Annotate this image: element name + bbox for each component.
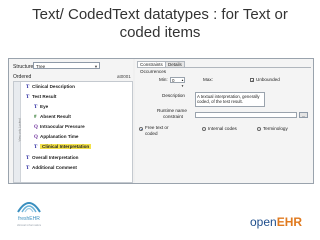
tree-node[interactable]: Q Applanation Time	[34, 134, 78, 140]
ordered-label: Ordered	[13, 74, 32, 80]
slide-title: Text/ CodedText datatypes : for Text or …	[0, 6, 320, 42]
constraints-pane: Occurrences Min: 0 ▲ ▼ Max: ✓ Unbounded D…	[137, 67, 311, 182]
tree-node[interactable]: T Additional Comment	[26, 165, 77, 171]
internal-codes-label: Internal codes	[208, 126, 237, 131]
tree-node-label: Clinical Description	[32, 84, 75, 89]
stepper-arrows-icon: ▲ ▼	[181, 78, 184, 88]
slide-title-line-2: coded items	[119, 24, 201, 41]
free-text-radio[interactable]	[139, 127, 143, 131]
freshehr-logo-mark-icon	[17, 202, 41, 213]
occurrences-label: Occurrences	[140, 69, 167, 74]
tree-node-label: Test Result	[32, 94, 57, 99]
description-value: A textual interpretation, generally code…	[197, 94, 260, 104]
description-label: Description	[162, 93, 185, 98]
tree-node[interactable]: T Eye	[34, 104, 48, 110]
unbounded-checkbox[interactable]: ✓	[250, 78, 254, 83]
runtime-name-input[interactable]	[195, 112, 297, 118]
tree-node[interactable]: T Test Result	[26, 94, 56, 100]
internal-codes-radio[interactable]	[202, 127, 206, 131]
freshehr-logo-subtext: clinical informatics	[16, 223, 42, 227]
slide-title-line-1: Text/ CodedText datatypes : for Text or	[32, 6, 288, 23]
structure-label: Structure	[13, 64, 34, 70]
ordered-code: at0001	[117, 74, 131, 79]
tree-side-strip: View only Locked	[14, 82, 22, 182]
constraints-panel: Constraints Details Occurrences Min: 0 ▲…	[135, 59, 313, 183]
min-label: Min:	[159, 77, 168, 82]
tree-node-label: Overall Interpretation	[32, 155, 79, 160]
archetype-editor-screenshot: Structure Tree ▼ Ordered at0001 View onl…	[8, 58, 314, 184]
chevron-down-icon: ▼	[94, 64, 98, 69]
tree-node-label: Clinical Interpretation	[40, 144, 92, 149]
terminology-radio[interactable]	[257, 127, 261, 131]
min-value: 0	[172, 78, 175, 83]
openehr-logo-part2: EHR	[276, 215, 303, 229]
unbounded-label: Unbounded	[256, 77, 280, 82]
description-field[interactable]: A textual interpretation, generally code…	[195, 92, 265, 107]
runtime-name-browse-button[interactable]: ...	[299, 112, 308, 118]
min-stepper[interactable]: 0 ▲ ▼	[170, 77, 185, 88]
tree-node[interactable]: T Overall Interpretation	[26, 155, 78, 161]
tree-node[interactable]: # Absent Result	[34, 114, 71, 120]
freshehr-logo: freshEHR clinical informatics	[12, 196, 46, 230]
openehr-logo-part1: open	[250, 215, 277, 229]
tree-node[interactable]: Q Intraocular Pressure	[34, 124, 85, 130]
tree-node[interactable]: T Clinical Description	[26, 84, 75, 90]
max-label: Max:	[203, 77, 213, 82]
openehr-logo: openEHR	[250, 215, 302, 229]
freshehr-logo-text: freshEHR	[18, 216, 40, 222]
tree-node-label: Applanation Time	[40, 134, 79, 139]
element-tree: View only Locked T Clinical Description T T…	[13, 81, 133, 183]
structure-select-value: Tree	[36, 64, 46, 69]
tree-node-label: Intraocular Pressure	[40, 124, 85, 129]
tree-node[interactable]: T Clinical Interpretation	[34, 144, 92, 150]
structure-select[interactable]: Tree ▼	[33, 62, 100, 69]
structure-panel: Structure Tree ▼ Ordered at0001 View onl…	[9, 59, 133, 183]
tree-node-label: Absent Result	[40, 114, 71, 119]
free-text-label-2: coded	[145, 131, 158, 136]
terminology-label: Terminology	[263, 126, 288, 131]
tree-node-label: Additional Comment	[32, 165, 77, 170]
tree-node-label: Eye	[40, 104, 49, 109]
tree-side-label: View only Locked	[17, 118, 22, 142]
runtime-name-label-2: constraint	[163, 114, 183, 119]
